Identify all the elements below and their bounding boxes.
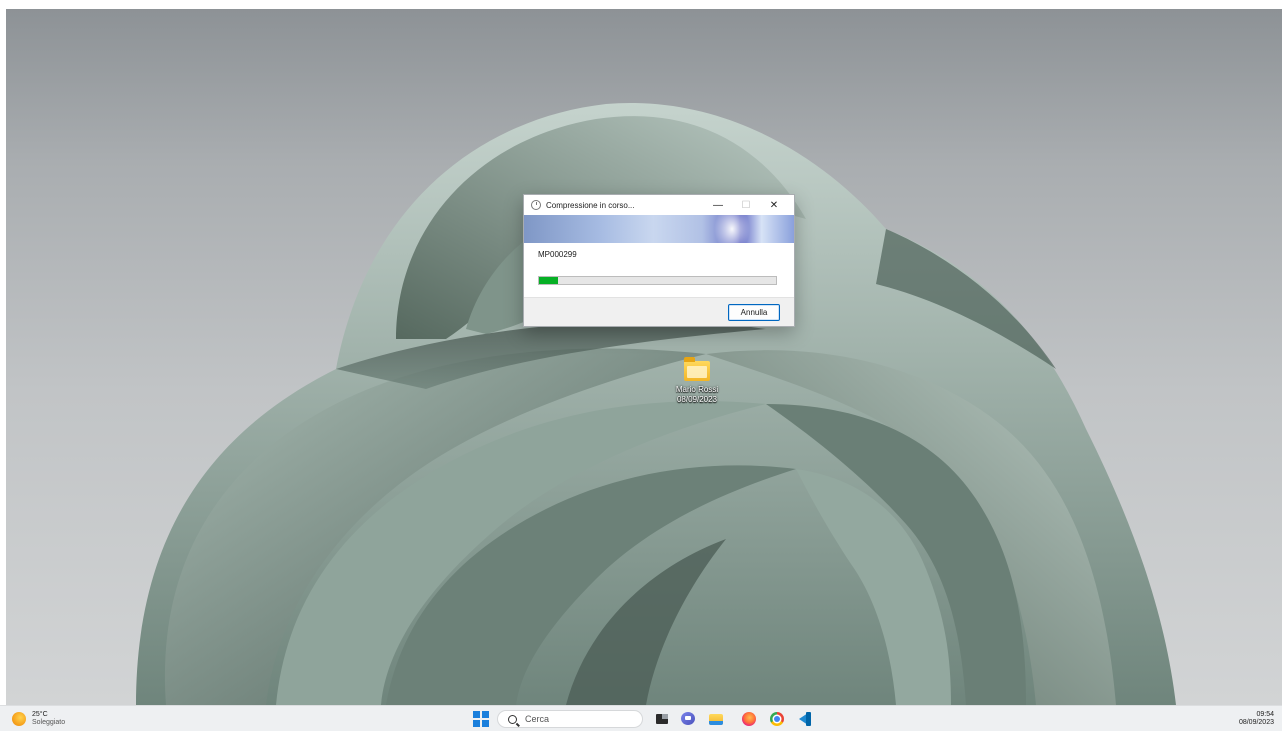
- chrome-icon[interactable]: [769, 711, 785, 727]
- desktop: Mario Rossi 08/09/2023: [6, 9, 1282, 705]
- taskbar-search-box[interactable]: Cerca: [497, 710, 643, 728]
- current-file-name: MP000299: [538, 250, 577, 259]
- clock-date: 08/09/2023: [1238, 719, 1274, 726]
- desktop-folder-mario-rossi[interactable]: Mario Rossi 08/09/2023: [664, 357, 730, 405]
- file-explorer-icon[interactable]: [708, 711, 724, 727]
- progress-bar: [538, 276, 777, 285]
- dialog-banner: [524, 215, 794, 243]
- minimize-button[interactable]: —: [704, 197, 732, 213]
- system-clock[interactable]: 09:54 08/09/2023: [1239, 711, 1274, 727]
- start-button[interactable]: [473, 711, 489, 727]
- maximize-button[interactable]: ☐: [732, 197, 760, 213]
- weather-temperature: 25°C: [32, 711, 48, 718]
- weather-widget[interactable]: 25°C Soleggiato: [12, 711, 65, 727]
- folder-icon: [684, 357, 710, 381]
- dialog-footer: Annulla: [524, 297, 794, 326]
- wallpaper-bloom: [136, 103, 1176, 705]
- search-icon: [508, 714, 517, 724]
- task-view-icon[interactable]: [654, 711, 670, 727]
- dialog-titlebar[interactable]: Compressione in corso... — ☐ ✕: [524, 195, 794, 215]
- firefox-icon[interactable]: [741, 711, 757, 727]
- clock-time: 09:54: [1256, 711, 1274, 718]
- chat-icon[interactable]: [680, 711, 696, 727]
- window-controls: — ☐ ✕: [704, 197, 788, 213]
- windows-logo-tile-2: [482, 711, 489, 718]
- windows-logo-tile-4: [482, 720, 489, 727]
- dialog-title: Compressione in corso...: [546, 200, 635, 210]
- desktop-icon-label-name: Mario Rossi: [675, 385, 719, 394]
- windows-logo-tile-1: [473, 711, 480, 718]
- desktop-icon-label-date: 08/09/2023: [676, 395, 718, 404]
- search-placeholder: Cerca: [525, 714, 550, 724]
- vscode-icon[interactable]: [797, 711, 813, 727]
- progress-bar-fill: [539, 277, 558, 284]
- close-button[interactable]: ✕: [760, 197, 788, 213]
- cancel-button[interactable]: Annulla: [728, 304, 780, 321]
- taskbar: 25°C Soleggiato Cerca 09:54 08/09/2023: [0, 705, 1282, 731]
- sun-icon: [12, 712, 26, 726]
- weather-description: Soleggiato: [32, 719, 66, 726]
- windows-logo-tile-3: [473, 720, 480, 727]
- clock-icon: [531, 200, 541, 210]
- compression-dialog: Compressione in corso... — ☐ ✕ MP000299 …: [523, 194, 795, 327]
